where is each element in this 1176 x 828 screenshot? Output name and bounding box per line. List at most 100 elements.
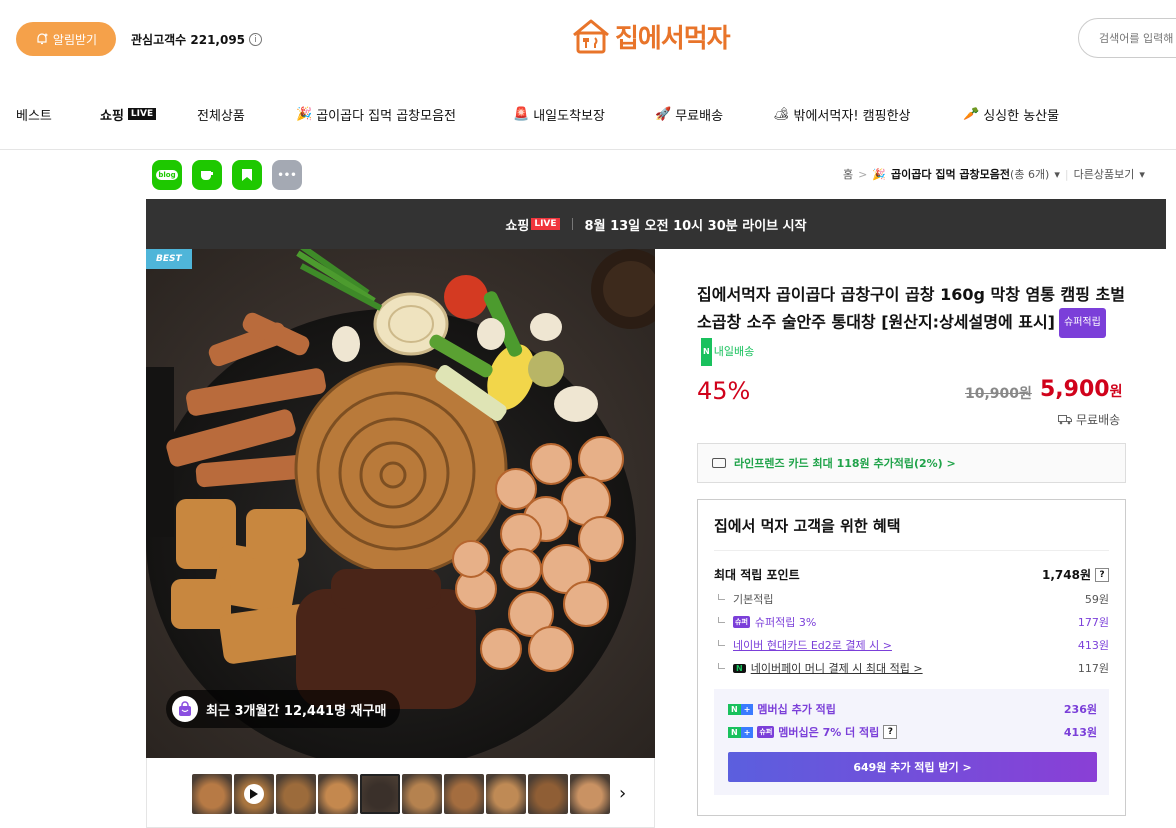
max-point-label: 최대 적립 포인트 xyxy=(714,568,800,582)
thumbnail-item[interactable] xyxy=(192,774,232,814)
product-main-image[interactable]: BEST 최근 3개월간 12,441명 재구매 xyxy=(146,249,655,758)
repurchase-badge: 최근 3개월간 12,441명 재구매 xyxy=(166,690,401,728)
other-products-dropdown[interactable]: 다른상품보기 xyxy=(1074,166,1135,182)
live-badge: LIVE xyxy=(127,108,157,120)
nav-label: 무료배송 xyxy=(675,108,724,124)
repurchase-text: 최근 3개월간 12,441명 재구매 xyxy=(206,703,387,719)
discount-rate: 45% xyxy=(697,377,751,405)
naverpay-icon: N xyxy=(733,663,746,673)
thumbnail-item[interactable] xyxy=(234,774,274,814)
benefit-title: 집에서 먹자 고객을 위한 혜택 xyxy=(714,517,901,535)
breadcrumb-category[interactable]: 곱이곱다 집먹 곱창모음전 xyxy=(891,166,1010,182)
blog-label: blog xyxy=(156,170,178,180)
thumbnail-item[interactable] xyxy=(360,774,400,814)
siren-icon: 🚨 xyxy=(513,106,530,122)
chevron-down-icon[interactable]: ▾ xyxy=(1139,168,1145,181)
rocket-icon: 🚀 xyxy=(655,106,672,122)
breadcrumb-count: (총 6개) xyxy=(1010,168,1050,181)
super-point-label: 슈퍼적립 3% xyxy=(754,616,817,629)
nav-label: 싱싱한 농산물 xyxy=(983,108,1060,124)
super-point-row: 슈퍼 슈퍼적립 3% 177원 xyxy=(714,614,1109,630)
card-offer-text: 라인프렌즈 카드 최대 118원 추가적립(2%) > xyxy=(734,457,956,470)
logo-text: 집에서먹자 xyxy=(615,23,731,54)
nav-gopchang-collection[interactable]: 🎉 곱이곱다 집먹 곱창모음전 xyxy=(296,105,456,124)
naverpay-link[interactable]: 네이버페이 머니 결제 시 최대 적립 > xyxy=(751,660,923,676)
thumbnail-item[interactable] xyxy=(528,774,568,814)
breadcrumb: 홈 > 🎉 곱이곱다 집먹 곱창모음전 (총 6개) ▾ | 다른상품보기 ▾ xyxy=(843,166,1145,182)
thumbnail-item[interactable] xyxy=(318,774,358,814)
plus-chip: + xyxy=(740,726,754,738)
credit-card-icon xyxy=(712,458,726,468)
store-logo[interactable]: 집에서먹자 xyxy=(571,17,731,55)
carrot-icon: 🥕 xyxy=(963,106,980,122)
membership-box: N + 멤버십 추가 적립 236원 N + 슈퍼 멤버십은 7% 더 적립? 413원 … xyxy=(714,689,1109,795)
chevron-right-icon[interactable]: › xyxy=(619,783,626,804)
banner-divider xyxy=(571,218,573,230)
best-tag: BEST xyxy=(146,249,192,269)
sale-price-value: 5,900 xyxy=(1040,377,1110,402)
nav-label: 베스트 xyxy=(16,108,52,124)
n-chip: N xyxy=(728,726,741,738)
nav-label: 쇼핑 xyxy=(100,108,124,124)
membership-super-label: 멤버십은 7% 더 적립 xyxy=(778,726,880,739)
nav-label: 곱이곱다 집먹 곱창모음전 xyxy=(316,108,457,124)
help-icon[interactable]: ? xyxy=(1095,567,1109,582)
nav-produce[interactable]: 🥕 싱싱한 농산물 xyxy=(963,105,1059,124)
breadcrumb-sep: > xyxy=(858,167,868,181)
more-label: ••• xyxy=(277,169,297,181)
hyundai-card-row[interactable]: 네이버 현대카드 Ed2로 결제 시 > 413원 xyxy=(714,637,1109,653)
card-offer-banner[interactable]: 라인프렌즈 카드 최대 118원 추가적립(2%) > xyxy=(697,443,1126,483)
nav-shopping-live[interactable]: 쇼핑 LIVE xyxy=(100,105,157,124)
shipping-info: 무료배송 xyxy=(1058,411,1120,428)
alarm-label: 알림받기 xyxy=(52,32,98,47)
bookmark-share-icon[interactable] xyxy=(232,160,262,190)
nav-camping[interactable]: 🏕 밖에서먹자! 캠핑한상 xyxy=(773,105,911,124)
membership-super-row: N + 슈퍼 멤버십은 7% 더 적립? 413원 xyxy=(728,724,1097,740)
chevron-down-icon[interactable]: ▾ xyxy=(1054,168,1060,181)
party-popper-icon: 🎉 xyxy=(872,167,887,181)
get-extra-points-button[interactable]: 649원 추가 적립 받기 > xyxy=(728,752,1097,782)
cup-icon xyxy=(201,171,213,180)
membership-value: 236원 xyxy=(1063,703,1097,716)
benefit-divider xyxy=(714,550,1109,551)
live-schedule-text: 8월 13일 오전 10시 30분 라이브 시작 xyxy=(584,218,807,234)
house-logo-icon xyxy=(573,19,609,54)
membership-row: N + 멤버십 추가 적립 236원 xyxy=(728,701,1097,717)
alarm-subscribe-button[interactable]: 알림받기 xyxy=(16,22,116,56)
interest-label: 관심고객수 221,095 xyxy=(131,33,246,47)
sale-price-unit: 원 xyxy=(1109,384,1123,400)
basic-point-label: 기본적립 xyxy=(733,593,774,606)
blog-share-icon[interactable]: blog xyxy=(152,160,182,190)
thumbnail-item[interactable] xyxy=(444,774,484,814)
help-icon[interactable]: ? xyxy=(883,725,898,739)
super-chip-icon: 슈퍼 xyxy=(757,726,775,738)
thumbnail-item[interactable] xyxy=(486,774,526,814)
naverpay-row[interactable]: N 네이버페이 머니 결제 시 최대 적립 > 117원 xyxy=(714,660,1109,676)
more-share-icon[interactable]: ••• xyxy=(272,160,302,190)
breadcrumb-home[interactable]: 홈 xyxy=(843,166,853,182)
thumbnail-item[interactable] xyxy=(402,774,442,814)
hyundai-card-link[interactable]: 네이버 현대카드 Ed2로 결제 시 > xyxy=(733,637,892,653)
cafe-share-icon[interactable] xyxy=(192,160,222,190)
nav-tomorrow-delivery[interactable]: 🚨 내일도착보장 xyxy=(513,105,605,124)
live-schedule-banner[interactable]: 쇼핑 LIVE 8월 13일 오전 10시 30분 라이브 시작 xyxy=(146,199,1166,249)
nav-all-products[interactable]: 전체상품 xyxy=(197,105,245,124)
nav-label: 밖에서먹자! 캠핑한상 xyxy=(793,108,911,124)
super-chip-icon: 슈퍼 xyxy=(733,616,750,628)
basic-point-value: 59원 xyxy=(1084,593,1109,606)
naverpay-value: 117원 xyxy=(1077,662,1109,675)
nav-divider xyxy=(0,149,1176,150)
basic-point-row: 기본적립 59원 xyxy=(714,591,1109,607)
nav-free-shipping[interactable]: 🚀 무료배송 xyxy=(655,105,723,124)
tomorrow-label: 내일배송 xyxy=(713,345,755,358)
nav-best[interactable]: 베스트 xyxy=(16,105,52,124)
max-point-value: 1,748원 xyxy=(1042,568,1091,582)
shopping-live-logo: 쇼핑 LIVE xyxy=(505,215,560,234)
thumbnail-item[interactable] xyxy=(570,774,610,814)
truck-icon xyxy=(1058,414,1072,424)
category-nav: 베스트 쇼핑 LIVE 전체상품 🎉 곱이곱다 집먹 곱창모음전 🚨 내일도착보장 🚀… xyxy=(0,96,1176,132)
search-input[interactable] xyxy=(1078,18,1176,58)
breadcrumb-divider: | xyxy=(1064,167,1069,181)
thumbnail-item[interactable] xyxy=(276,774,316,814)
info-icon[interactable]: i xyxy=(249,33,263,46)
